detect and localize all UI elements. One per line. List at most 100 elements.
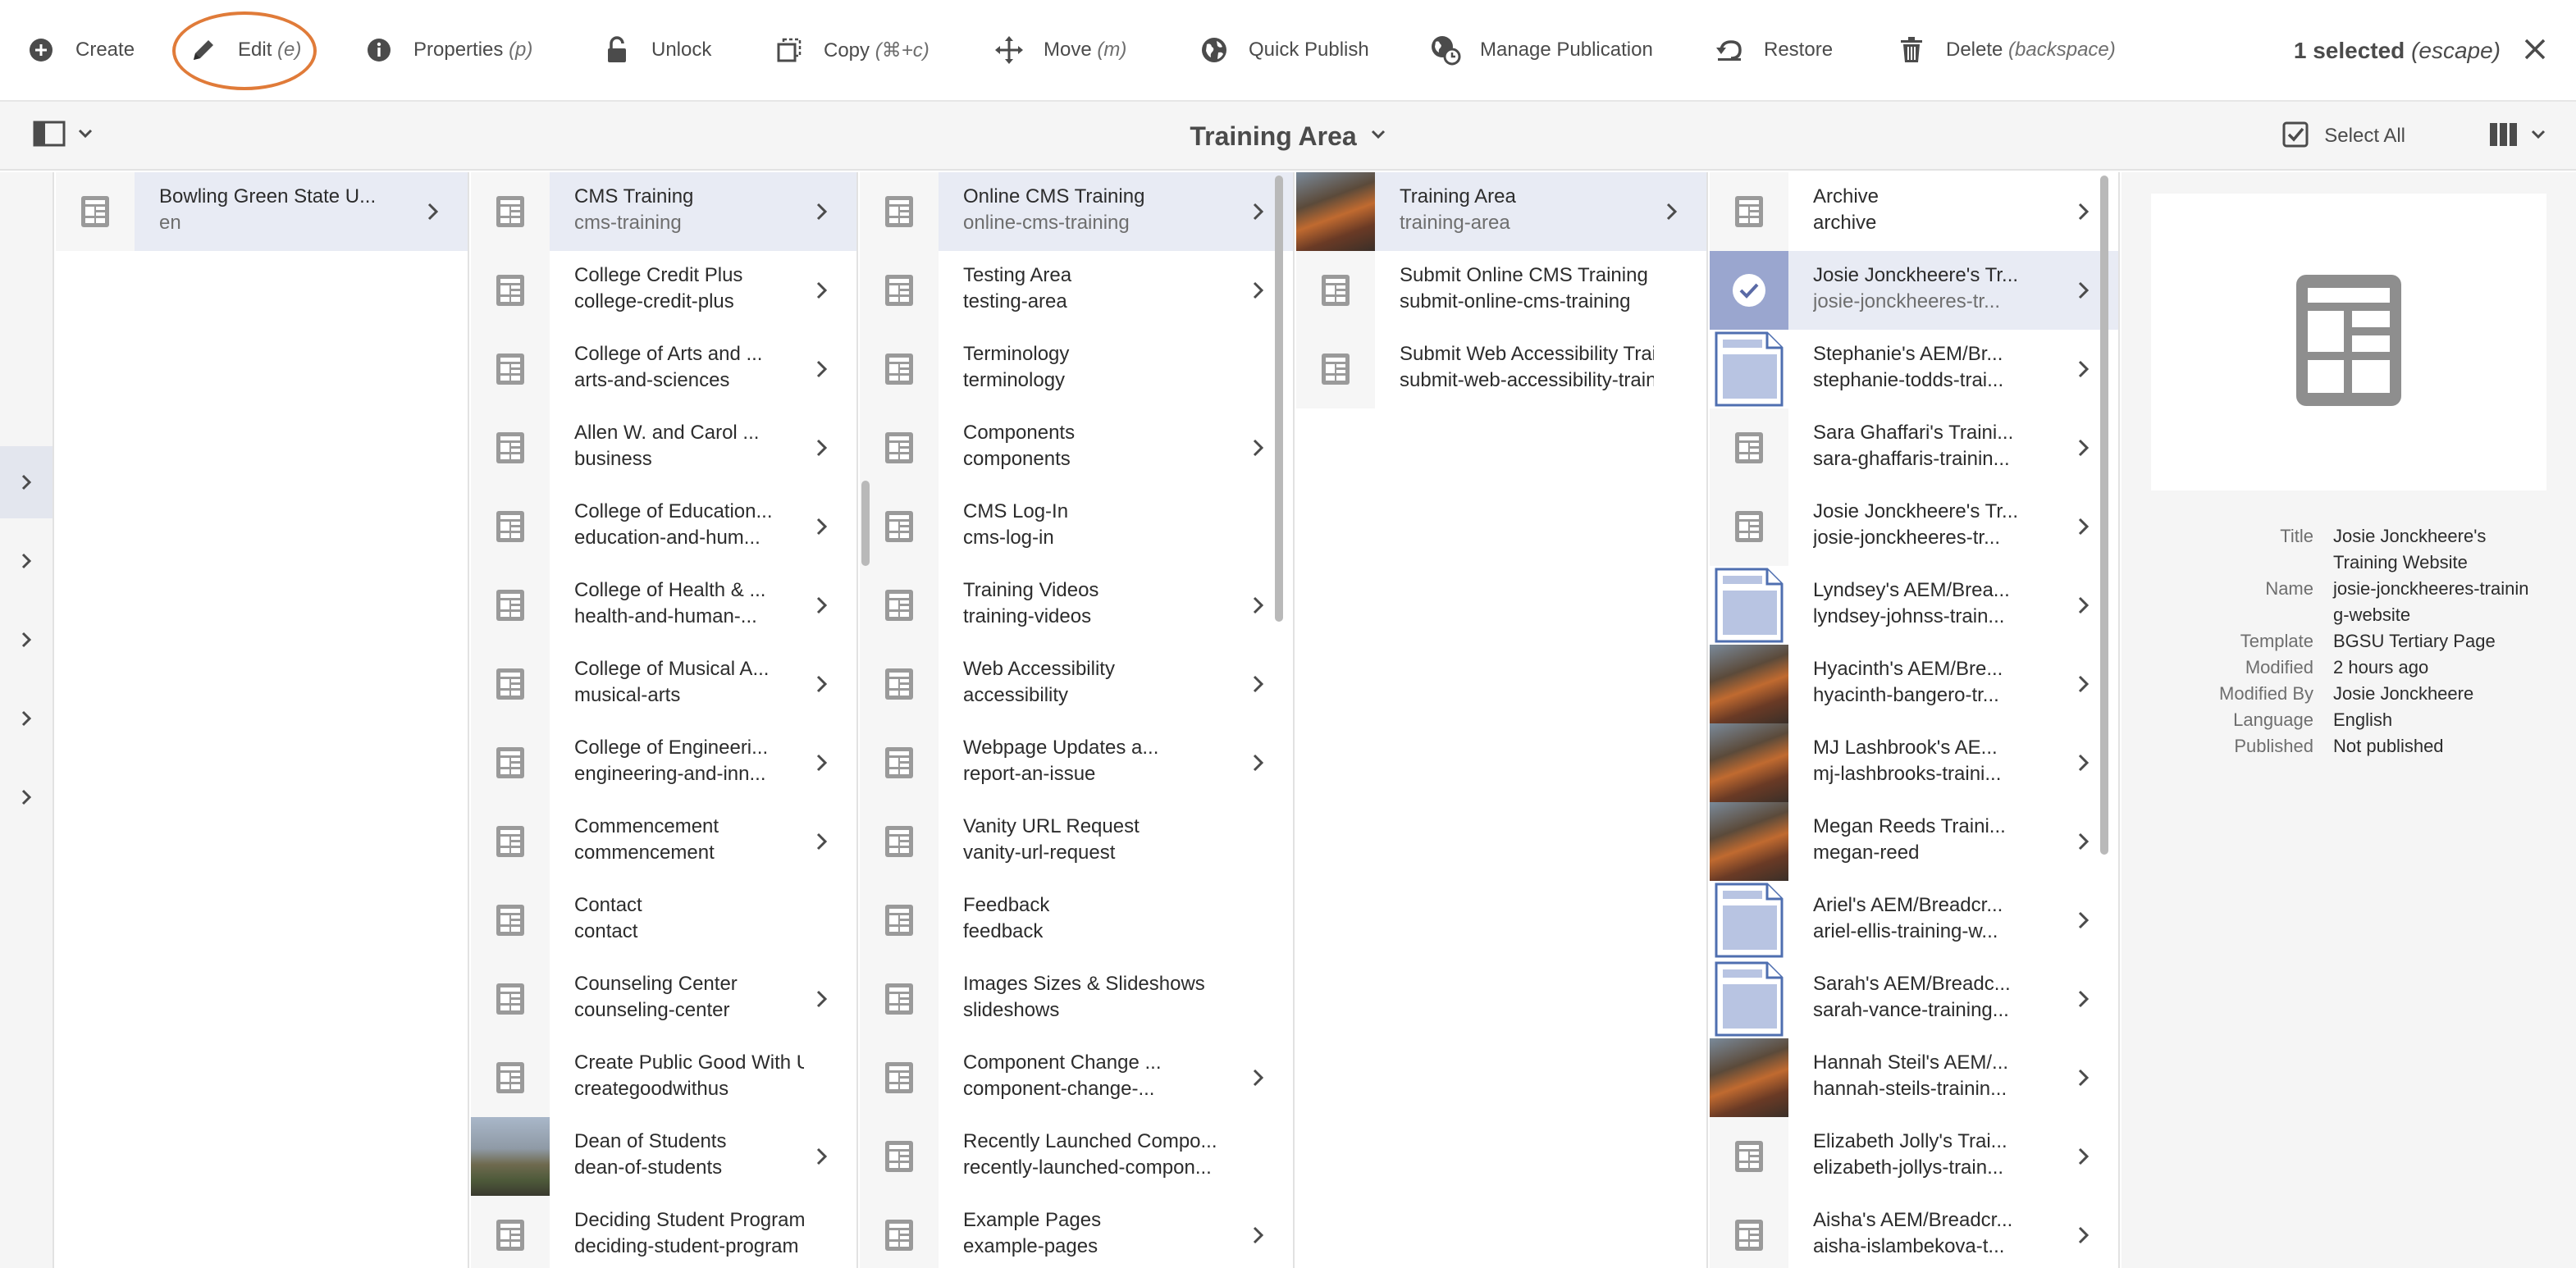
- list-item[interactable]: Sara Ghaffari's Traini... sara-ghaffaris-…: [1710, 408, 2118, 487]
- list-item[interactable]: Recently Launched Compo... recently-launc…: [860, 1117, 1293, 1196]
- column-3-scrollbar[interactable]: [1275, 176, 1283, 622]
- chevron-right-icon[interactable]: [2071, 1065, 2097, 1091]
- chevron-right-icon[interactable]: [2071, 435, 2097, 461]
- column-5-scrollbar[interactable]: [2100, 176, 2108, 855]
- properties-button[interactable]: Properties (p): [363, 0, 601, 100]
- chevron-right-icon[interactable]: [1245, 198, 1272, 225]
- list-item[interactable]: College of Engineeri... engineering-and-i…: [471, 723, 856, 802]
- list-item[interactable]: Hyacinth's AEM/Bre... hyacinth-bangero-tr…: [1710, 645, 2118, 723]
- list-item[interactable]: Hannah Steil's AEM/... hannah-steils-trai…: [1710, 1038, 2118, 1117]
- list-item[interactable]: CMS Training cms-training: [471, 172, 856, 251]
- list-item[interactable]: Feedback feedback: [860, 881, 1293, 960]
- unlock-button[interactable]: Unlock: [601, 0, 773, 100]
- list-item[interactable]: Commencement commencement: [471, 802, 856, 881]
- chevron-right-icon[interactable]: [420, 198, 446, 225]
- chevron-right-icon[interactable]: [2071, 986, 2097, 1012]
- list-item[interactable]: Component Change ... component-change-...: [860, 1038, 1293, 1117]
- view-switcher-button[interactable]: [2489, 102, 2546, 171]
- list-item[interactable]: Contact contact: [471, 881, 856, 960]
- list-item[interactable]: Sarah's AEM/Breadc... sarah-vance-trainin…: [1710, 960, 2118, 1038]
- list-item[interactable]: Josie Jonckheere's Tr... josie-jonckheere…: [1710, 251, 2118, 330]
- list-item[interactable]: Training Area training-area: [1296, 172, 1706, 251]
- chevron-right-icon[interactable]: [809, 435, 835, 461]
- chevron-right-icon[interactable]: [809, 750, 835, 776]
- list-item[interactable]: Online CMS Training online-cms-training: [860, 172, 1293, 251]
- rail-expand-arrow[interactable]: [0, 761, 53, 833]
- rail-expand-arrow[interactable]: [0, 446, 53, 518]
- chevron-right-icon[interactable]: [1659, 198, 1685, 225]
- list-item[interactable]: Webpage Updates a... report-an-issue: [860, 723, 1293, 802]
- chevron-right-icon[interactable]: [809, 592, 835, 618]
- chevron-right-icon[interactable]: [809, 356, 835, 382]
- chevron-right-icon[interactable]: [809, 513, 835, 540]
- list-item[interactable]: Components components: [860, 408, 1293, 487]
- list-item[interactable]: Allen W. and Carol ... business: [471, 408, 856, 487]
- chevron-right-icon[interactable]: [2071, 750, 2097, 776]
- chevron-right-icon[interactable]: [2071, 356, 2097, 382]
- chevron-right-icon[interactable]: [809, 986, 835, 1012]
- selected-check-icon[interactable]: [1710, 251, 1788, 330]
- close-selection-icon[interactable]: [2523, 38, 2546, 65]
- chevron-right-icon[interactable]: [2071, 907, 2097, 933]
- chevron-right-icon[interactable]: [1245, 1065, 1272, 1091]
- chevron-right-icon[interactable]: [2071, 592, 2097, 618]
- move-button[interactable]: Move (m): [993, 0, 1198, 100]
- manage-publication-button[interactable]: Manage Publication: [1429, 0, 1713, 100]
- list-item[interactable]: Vanity URL Request vanity-url-request: [860, 802, 1293, 881]
- list-item[interactable]: College of Education... education-and-hum…: [471, 487, 856, 566]
- list-item[interactable]: Example Pages example-pages: [860, 1196, 1293, 1268]
- list-item[interactable]: Aisha's AEM/Breadcr... aisha-islambekova-…: [1710, 1196, 2118, 1268]
- list-item[interactable]: Terminology terminology: [860, 330, 1293, 408]
- restore-button[interactable]: Restore: [1713, 0, 1895, 100]
- list-item[interactable]: College of Health & ... health-and-human-…: [471, 566, 856, 645]
- list-item[interactable]: Training Videos training-videos: [860, 566, 1293, 645]
- list-item[interactable]: Testing Area testing-area: [860, 251, 1293, 330]
- chevron-right-icon[interactable]: [1245, 277, 1272, 303]
- chevron-right-icon[interactable]: [1245, 671, 1272, 697]
- chevron-right-icon[interactable]: [2071, 513, 2097, 540]
- chevron-right-icon[interactable]: [2071, 1143, 2097, 1170]
- chevron-right-icon[interactable]: [809, 277, 835, 303]
- delete-button[interactable]: Delete (backspace): [1895, 0, 2141, 100]
- list-item[interactable]: Stephanie's AEM/Br... stephanie-todds-tra…: [1710, 330, 2118, 408]
- chevron-right-icon[interactable]: [2071, 1222, 2097, 1248]
- list-item[interactable]: Web Accessibility accessibility: [860, 645, 1293, 723]
- list-item[interactable]: College of Arts and ... arts-and-sciences: [471, 330, 856, 408]
- list-item[interactable]: Dean of Students dean-of-students: [471, 1117, 856, 1196]
- list-item[interactable]: Submit Web Accessibility Train... submit-…: [1296, 330, 1706, 408]
- rail-expand-arrow[interactable]: [0, 604, 53, 676]
- list-item[interactable]: MJ Lashbrook's AE... mj-lashbrooks-traini…: [1710, 723, 2118, 802]
- list-item[interactable]: Create Public Good With Us creategoodwith…: [471, 1038, 856, 1117]
- chevron-right-icon[interactable]: [2071, 277, 2097, 303]
- list-item[interactable]: Archive archive: [1710, 172, 2118, 251]
- quick-publish-button[interactable]: Quick Publish: [1198, 0, 1429, 100]
- rail-expand-arrow[interactable]: [0, 525, 53, 597]
- list-item[interactable]: Deciding Student Program deciding-student…: [471, 1196, 856, 1268]
- list-item[interactable]: Lyndsey's AEM/Brea... lyndsey-johnss-trai…: [1710, 566, 2118, 645]
- list-item[interactable]: College of Musical A... musical-arts: [471, 645, 856, 723]
- list-item[interactable]: Josie Jonckheere's Tr... josie-jonckheere…: [1710, 487, 2118, 566]
- copy-button[interactable]: Copy (⌘+c): [773, 0, 993, 100]
- list-item[interactable]: College Credit Plus college-credit-plus: [471, 251, 856, 330]
- list-item[interactable]: Ariel's AEM/Breadcr... ariel-ellis-traini…: [1710, 881, 2118, 960]
- chevron-right-icon[interactable]: [2071, 671, 2097, 697]
- list-item[interactable]: Submit Online CMS Training submit-online-…: [1296, 251, 1706, 330]
- chevron-right-icon[interactable]: [1245, 435, 1272, 461]
- chevron-right-icon[interactable]: [1245, 1222, 1272, 1248]
- list-item[interactable]: Bowling Green State U... en: [56, 172, 468, 251]
- chevron-right-icon[interactable]: [809, 198, 835, 225]
- select-all-button[interactable]: Select All: [2281, 102, 2405, 171]
- list-item[interactable]: Elizabeth Jolly's Trai... elizabeth-jolly…: [1710, 1117, 2118, 1196]
- header-title-menu[interactable]: Training Area: [0, 102, 2576, 171]
- chevron-right-icon[interactable]: [809, 671, 835, 697]
- chevron-right-icon[interactable]: [1245, 592, 1272, 618]
- chevron-right-icon[interactable]: [2071, 828, 2097, 855]
- chevron-right-icon[interactable]: [2071, 198, 2097, 225]
- rail-expand-arrow[interactable]: [0, 682, 53, 755]
- create-button[interactable]: Create: [25, 0, 187, 100]
- chevron-right-icon[interactable]: [809, 828, 835, 855]
- list-item[interactable]: Images Sizes & Slideshows slideshows: [860, 960, 1293, 1038]
- list-item[interactable]: Megan Reeds Traini... megan-reed: [1710, 802, 2118, 881]
- list-item[interactable]: Counseling Center counseling-center: [471, 960, 856, 1038]
- list-item[interactable]: CMS Log-In cms-log-in: [860, 487, 1293, 566]
